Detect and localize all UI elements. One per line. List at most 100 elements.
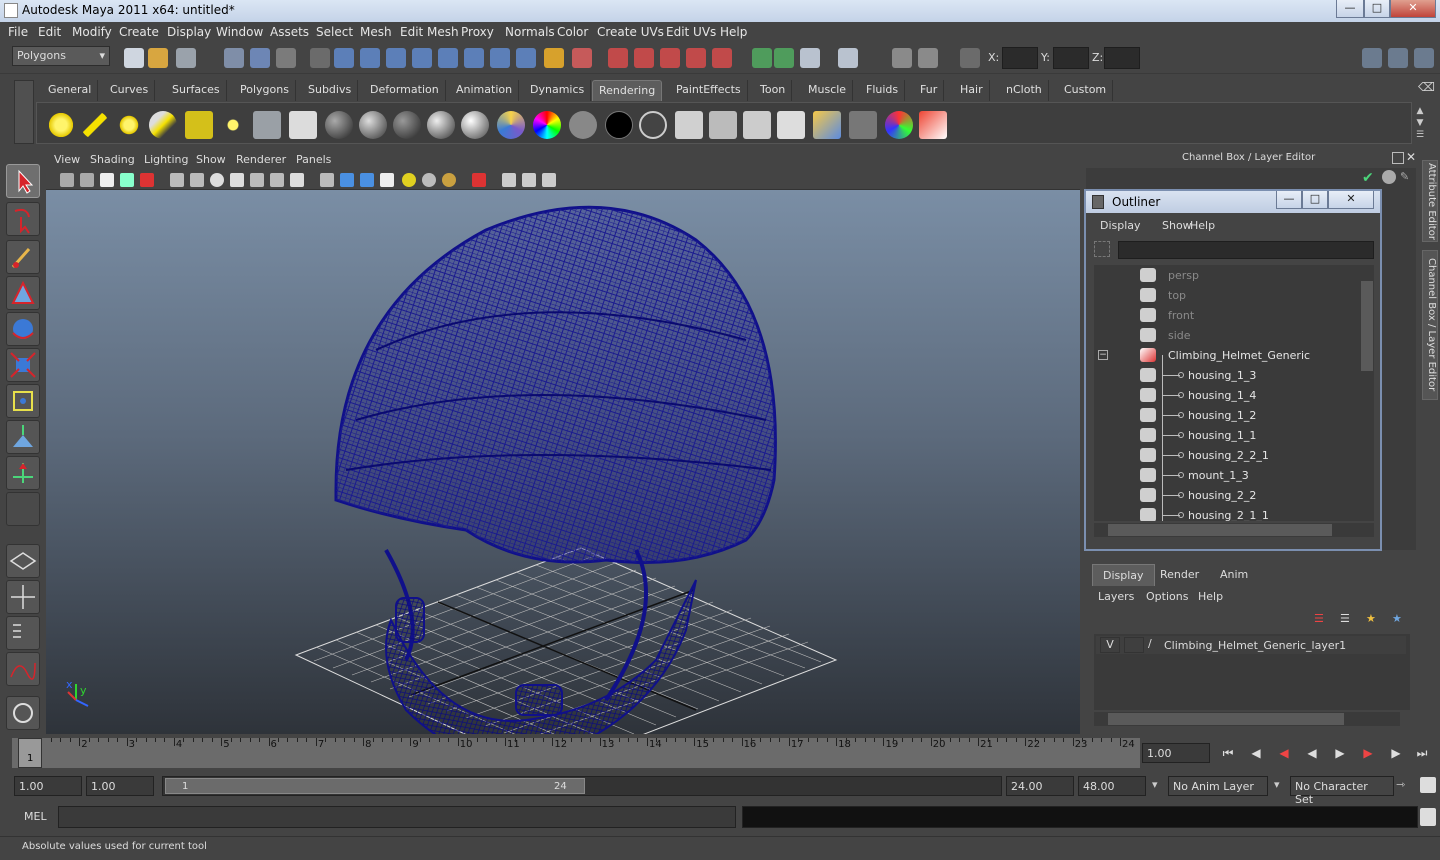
current-frame-marker[interactable]: 1 (18, 738, 42, 768)
volume-light-icon[interactable] (219, 111, 247, 139)
layer-menu-help[interactable]: Help (1198, 590, 1223, 603)
outliner-item[interactable]: housing_2_2 (1094, 485, 1356, 505)
z-field[interactable] (1104, 47, 1140, 69)
step-forward-key-button[interactable]: ▶ (1358, 746, 1378, 764)
safe-title-icon[interactable] (270, 173, 284, 187)
outliner-item[interactable]: housing_1_3 (1094, 365, 1356, 385)
outliner-layout-icon[interactable] (6, 616, 40, 650)
snap-poly-icon[interactable] (464, 48, 484, 68)
x-field[interactable] (1002, 47, 1038, 69)
layer-menu-options[interactable]: Options (1146, 590, 1188, 603)
outliner-item[interactable]: housing_1_2 (1094, 405, 1356, 425)
layered-shader-icon[interactable] (497, 111, 525, 139)
menu-file[interactable]: File (8, 25, 28, 39)
tab-custom[interactable]: Custom (1058, 80, 1114, 101)
toggle-panel-icon[interactable] (1362, 48, 1382, 68)
render-view-icon[interactable] (752, 48, 772, 68)
ipr-icon[interactable] (892, 48, 912, 68)
lock-icon[interactable] (544, 48, 564, 68)
field-chart-icon[interactable] (230, 173, 244, 187)
select-component-icon[interactable] (276, 48, 296, 68)
outliner-hscroll-thumb[interactable] (1108, 524, 1332, 536)
animation-preferences-icon[interactable] (1420, 777, 1436, 793)
outliner-hscrollbar[interactable] (1094, 523, 1374, 537)
tab-attribute-editor[interactable]: Attribute Editor (1422, 160, 1438, 242)
maximize-button[interactable]: □ (1364, 0, 1390, 18)
new-scene-icon[interactable] (124, 48, 144, 68)
render-settings-shelf-icon[interactable] (777, 111, 805, 139)
collapse-icon[interactable]: − (1098, 350, 1108, 360)
outliner-item[interactable]: housing_1_4 (1094, 385, 1356, 405)
y-field[interactable] (1053, 47, 1089, 69)
shelf-scroll-icon[interactable]: ▲ ▼ ☰ (1413, 105, 1427, 141)
area-light-icon[interactable] (185, 111, 213, 139)
new-layer-icon[interactable]: ★ (1366, 612, 1384, 628)
menu-proxy[interactable]: Proxy (461, 25, 494, 39)
save-scene-icon[interactable] (176, 48, 196, 68)
layer-menu-layers[interactable]: Layers (1098, 590, 1134, 603)
universal-manipulator-icon[interactable] (6, 384, 40, 418)
ik-icon[interactable] (686, 48, 706, 68)
transform-icon[interactable] (960, 48, 980, 68)
outliner-item[interactable]: housing_2_2_1 (1094, 445, 1356, 465)
chevron-down-icon[interactable]: ▾ (1274, 778, 1280, 791)
render-frame-icon[interactable] (774, 48, 794, 68)
range-slider-track[interactable]: 1 24 (162, 776, 1002, 796)
layer-hscrollbar[interactable] (1094, 712, 1400, 726)
viewport-menu-panels[interactable]: Panels (296, 153, 331, 166)
tab-surfaces[interactable]: Surfaces (166, 80, 227, 101)
outliner-menu-show[interactable]: Show (1162, 219, 1192, 232)
blinn-material-icon[interactable] (359, 111, 387, 139)
tab-muscle[interactable]: Muscle (802, 80, 854, 101)
float-panel-icon[interactable] (1392, 152, 1404, 164)
outliner-item[interactable]: mount_1_3 (1094, 465, 1356, 485)
step-forward-frame-button[interactable]: ▶ (1386, 746, 1406, 764)
xray-joints-icon[interactable] (522, 173, 536, 187)
single-pane-layout-icon[interactable] (6, 544, 40, 578)
dynamics-icon[interactable] (712, 48, 732, 68)
playback-start-field[interactable]: 1.00 (86, 776, 154, 796)
key-icon[interactable]: ✔ (1362, 170, 1378, 186)
phonge-material-icon[interactable] (461, 111, 489, 139)
magnet-icon[interactable] (660, 48, 680, 68)
create-camera-icon[interactable] (253, 111, 281, 139)
end-time-field[interactable]: 48.00 (1078, 776, 1146, 796)
filter-icon[interactable] (310, 48, 330, 68)
trash-icon[interactable]: ⌫ (1418, 80, 1435, 96)
outliner-menu-display[interactable]: Display (1100, 219, 1141, 232)
tab-rendering[interactable]: Rendering (592, 80, 663, 101)
menu-assets[interactable]: Assets (270, 25, 309, 39)
channel-box-toggle-icon[interactable] (1388, 48, 1408, 68)
construction-icon[interactable] (634, 48, 654, 68)
close-panel-icon[interactable]: ✕ (1406, 150, 1416, 164)
outliner-menu-help[interactable]: Help (1190, 219, 1215, 232)
outliner-filter-icon[interactable] (1094, 241, 1110, 257)
menu-display[interactable]: Display (167, 25, 211, 39)
menu-help[interactable]: Help (720, 25, 747, 39)
outliner-vscrollbar[interactable] (1360, 265, 1374, 521)
menu-normals[interactable]: Normals (505, 25, 555, 39)
layer-row[interactable]: V ∕ Climbing_Helmet_Generic_layer1 (1096, 636, 1406, 654)
command-language-label[interactable]: MEL (24, 810, 47, 823)
graph-layout-icon[interactable] (6, 652, 40, 686)
isolate-select-icon[interactable] (472, 173, 486, 187)
tab-ncloth[interactable]: nCloth (1000, 80, 1049, 101)
hypershade-icon[interactable] (838, 48, 858, 68)
outliner-vscroll-thumb[interactable] (1361, 281, 1373, 371)
resolution-gate-icon[interactable] (190, 173, 204, 187)
tab-dynamics[interactable]: Dynamics (524, 80, 592, 101)
batch-render-icon[interactable] (849, 111, 877, 139)
show-manipulator-icon[interactable] (6, 456, 40, 490)
step-back-frame-button[interactable]: ◀ (1246, 746, 1266, 764)
layer-tab-anim[interactable]: Anim (1210, 564, 1258, 586)
menu-select[interactable]: Select (316, 25, 353, 39)
tab-curves[interactable]: Curves (104, 80, 156, 101)
viewport-menu-renderer[interactable]: Renderer (236, 153, 286, 166)
menu-mesh[interactable]: Mesh (360, 25, 392, 39)
tab-general[interactable]: General (42, 80, 99, 101)
paint-select-tool-icon[interactable] (6, 240, 40, 274)
render-settings-icon[interactable] (800, 48, 820, 68)
outliner-item[interactable]: housing_1_1 (1094, 425, 1356, 445)
xray-icon[interactable] (502, 173, 516, 187)
viewport-menu-show[interactable]: Show (196, 153, 226, 166)
